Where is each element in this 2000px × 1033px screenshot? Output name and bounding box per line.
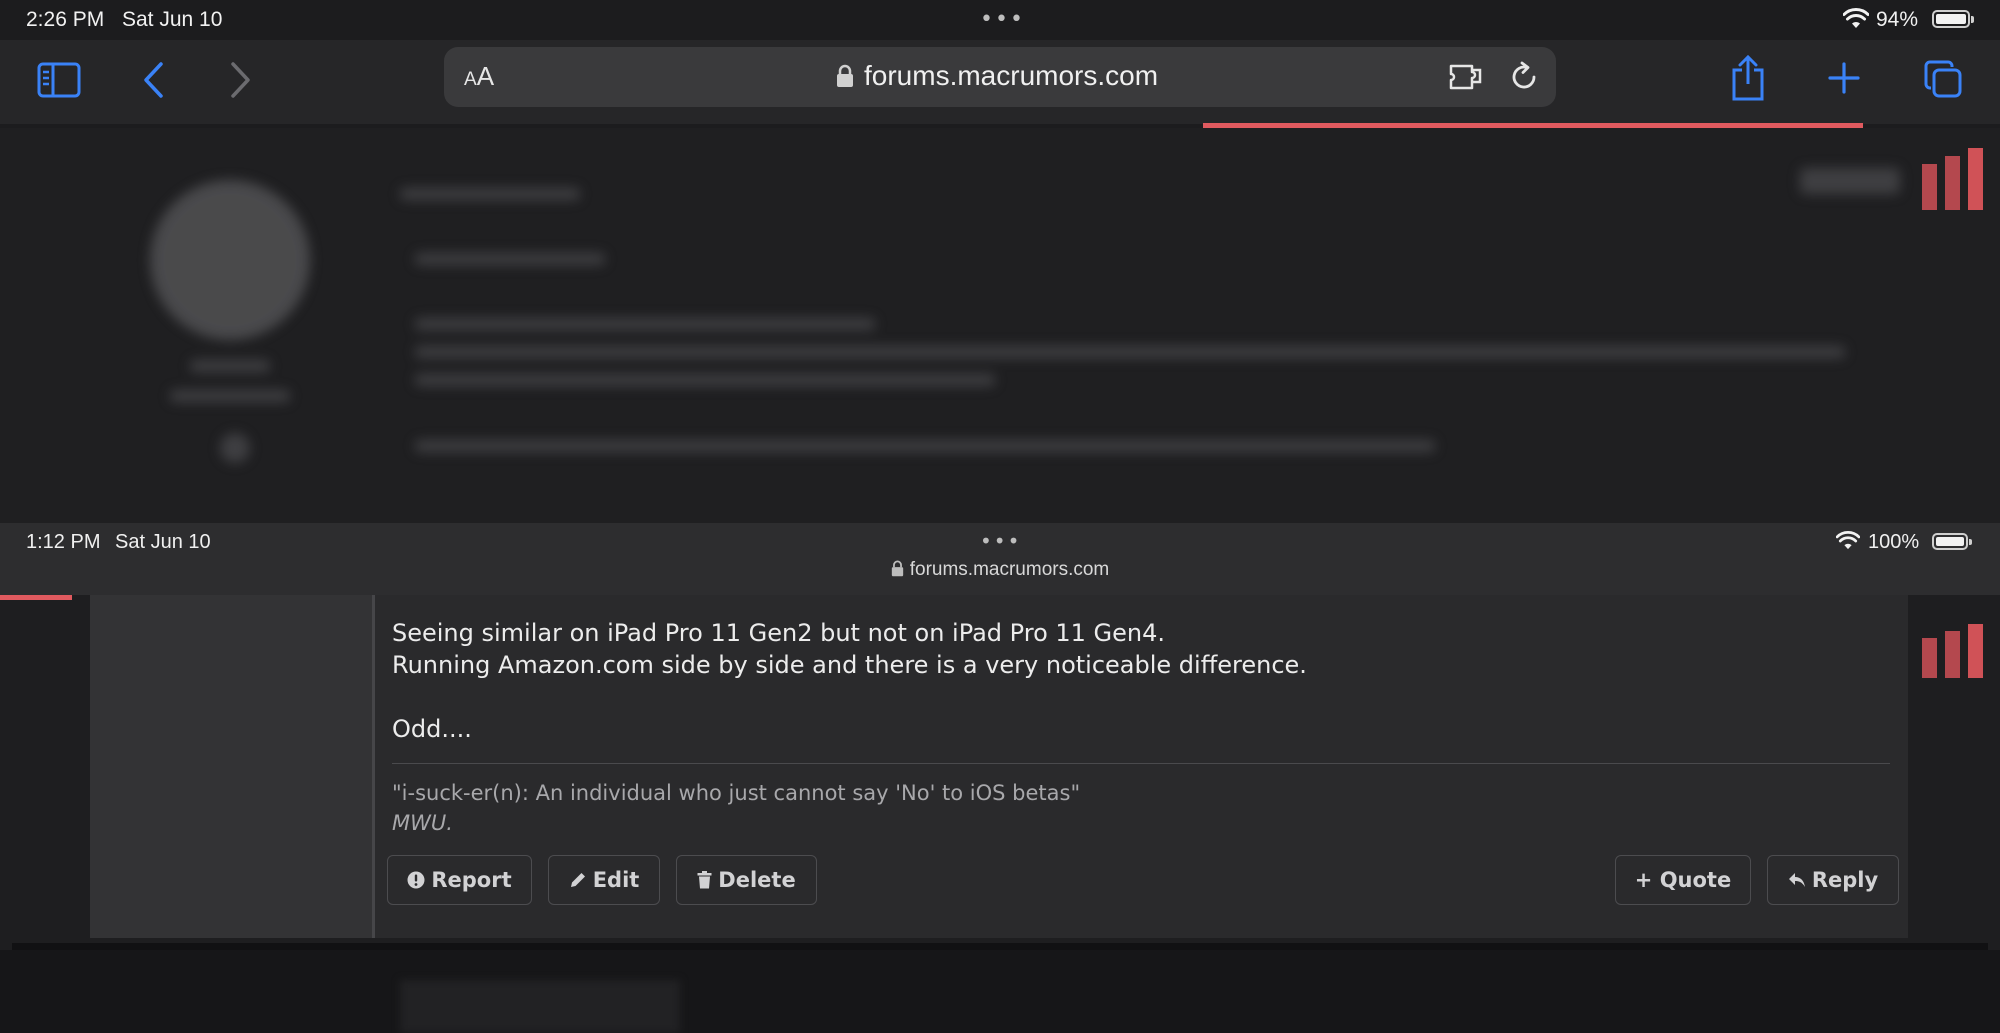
inner-multitasking-dots-icon[interactable]: ••• xyxy=(980,529,1021,553)
post-line: Seeing similar on iPad Pro 11 Gen2 but n… xyxy=(392,619,1166,647)
status-time: 2:26 PM xyxy=(26,8,105,31)
alert-circle-icon xyxy=(407,871,425,889)
lock-icon xyxy=(836,64,854,92)
outer-status-bar: 2:26 PM Sat Jun 10 ••• 94% xyxy=(0,0,2000,40)
report-button[interactable]: Report xyxy=(387,855,532,905)
extension-icon[interactable] xyxy=(1448,62,1484,96)
back-icon[interactable] xyxy=(138,58,168,102)
inner-status-date: Sat Jun 10 xyxy=(115,531,211,553)
tabs-icon[interactable] xyxy=(1922,58,1964,100)
inner-status-bar: 1:12 PM Sat Jun 10 ••• 100% forums.macru… xyxy=(0,523,2000,595)
quote-button[interactable]: + Quote xyxy=(1615,855,1751,905)
inner-battery-icon xyxy=(1932,533,1972,550)
post-signature: "i-suck-er(n): An individual who just ca… xyxy=(392,778,1894,838)
post-message: Seeing similar on iPad Pro 11 Gen2 but n… xyxy=(392,617,1894,745)
address-bar[interactable]: AA forums.macrumors.com xyxy=(444,47,1556,107)
share-icon[interactable] xyxy=(1728,52,1768,104)
reload-icon[interactable] xyxy=(1509,61,1539,97)
delete-button[interactable]: Delete xyxy=(676,855,817,905)
bottom-page-area xyxy=(0,950,2000,1033)
trash-icon xyxy=(697,871,712,889)
inner-page-load-progress xyxy=(0,595,72,600)
inner-status-time: 1:12 PM xyxy=(26,531,101,553)
post-body: Seeing similar on iPad Pro 11 Gen2 but n… xyxy=(392,595,1894,838)
signature-divider xyxy=(392,763,1890,764)
wifi-icon xyxy=(1842,8,1870,34)
inner-logo-bars-icon xyxy=(1922,622,1988,678)
blurred-background-page xyxy=(0,128,2000,523)
battery-percent: 94% xyxy=(1876,8,1919,31)
reader-aa-button[interactable]: AA xyxy=(464,61,494,92)
edit-button[interactable]: Edit xyxy=(548,855,660,905)
post-line: Odd.... xyxy=(392,715,472,743)
post-user-column xyxy=(90,595,375,938)
browser-toolbar: AA forums.macrumors.com xyxy=(0,40,2000,124)
outer-logo-bars-icon xyxy=(1922,146,1988,210)
inner-url-text: forums.macrumors.com xyxy=(909,559,1110,580)
status-date: Sat Jun 10 xyxy=(122,8,223,31)
post-line: Running Amazon.com side by side and ther… xyxy=(392,651,1307,679)
forum-post: Seeing similar on iPad Pro 11 Gen2 but n… xyxy=(90,595,1908,938)
signature-quote: "i-suck-er(n): An individual who just ca… xyxy=(392,781,1081,805)
signature-name: MWU. xyxy=(392,811,453,835)
forward-icon[interactable] xyxy=(226,58,256,102)
inner-wifi-icon xyxy=(1835,531,1861,555)
forum-content: Seeing similar on iPad Pro 11 Gen2 but n… xyxy=(0,595,2000,950)
multitasking-dots-icon[interactable]: ••• xyxy=(980,9,1025,31)
sidebar-icon[interactable] xyxy=(36,60,82,100)
url-text: forums.macrumors.com xyxy=(864,60,1159,91)
pencil-icon xyxy=(569,871,587,889)
reply-button[interactable]: Reply xyxy=(1767,855,1899,905)
inner-battery-percent: 100% xyxy=(1868,531,1920,553)
inner-url-bar[interactable]: forums.macrumors.com xyxy=(0,559,2000,583)
inner-lock-icon xyxy=(891,560,904,583)
battery-icon xyxy=(1932,10,1974,28)
reply-arrow-icon xyxy=(1788,872,1806,888)
new-tab-icon[interactable] xyxy=(1826,60,1862,96)
